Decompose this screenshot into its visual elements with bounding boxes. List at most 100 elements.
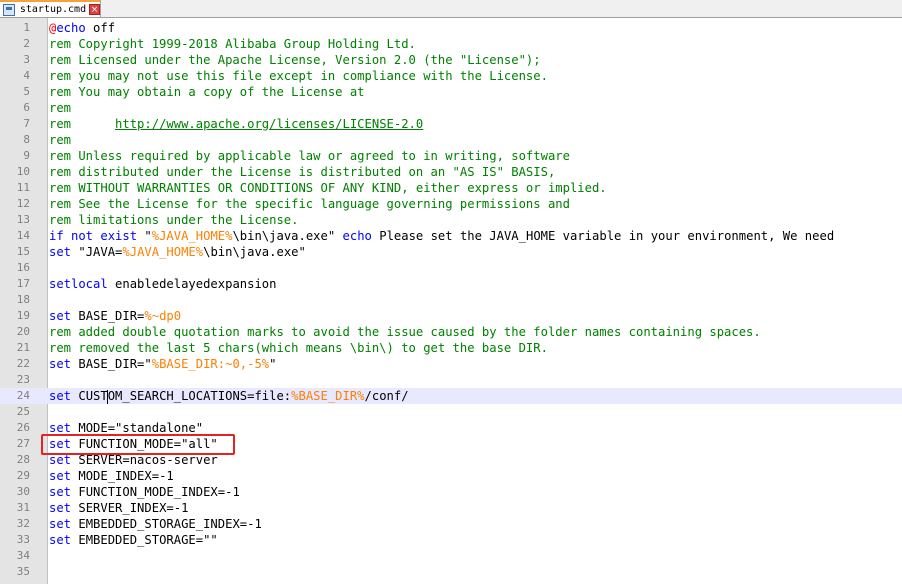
line-number: 19	[16, 309, 30, 322]
code-token: EMBEDDED_STORAGE=""	[71, 533, 218, 547]
code-line[interactable]: 19 set BASE_DIR=%~dp0	[0, 308, 902, 324]
code-text[interactable]: set EMBEDDED_STORAGE=""	[49, 532, 218, 548]
code-line[interactable]: 13 rem limitations under the License.	[0, 212, 902, 228]
code-token: %BASE_DIR%	[291, 389, 365, 403]
line-number: 35	[16, 565, 30, 578]
code-text[interactable]: set SERVER_INDEX=-1	[49, 500, 188, 516]
code-line[interactable]: 5 rem You may obtain a copy of the Licens…	[0, 84, 902, 100]
line-number: 26	[16, 421, 30, 434]
code-text[interactable]: set BASE_DIR="%BASE_DIR:~0,-5%"	[49, 356, 276, 372]
code-text[interactable]: rem Copyright 1999-2018 Alibaba Group Ho…	[49, 36, 416, 52]
code-line[interactable]: 17 setlocal enabledelayedexpansion	[0, 276, 902, 292]
code-line[interactable]: 11 rem WITHOUT WARRANTIES OR CONDITIONS O…	[0, 180, 902, 196]
code-text[interactable]: if not exist "%JAVA_HOME%\bin\java.exe" …	[49, 228, 834, 244]
code-line[interactable]: 10 rem distributed under the License is d…	[0, 164, 902, 180]
code-text[interactable]: rem You may obtain a copy of the License…	[49, 84, 365, 100]
code-token: BASE_DIR="	[71, 357, 152, 371]
line-number: 7	[23, 117, 30, 130]
code-lines[interactable]: 1 @echo off 2 rem Copyright 1999-2018 Aliba…	[0, 20, 902, 580]
line-number: 34	[16, 549, 30, 562]
line-number: 27	[16, 437, 30, 450]
code-token: rem distributed under the License is dis…	[49, 165, 556, 179]
code-line[interactable]: 18	[0, 292, 902, 308]
code-token: EMBEDDED_STORAGE_INDEX=-1	[71, 517, 262, 531]
code-token: rem	[49, 133, 72, 147]
code-token: \bin\java.exe"	[232, 229, 343, 243]
code-line[interactable]: 20 rem added double quotation marks to av…	[0, 324, 902, 340]
code-line[interactable]: 6 rem	[0, 100, 902, 116]
code-line[interactable]: 32 set EMBEDDED_STORAGE_INDEX=-1	[0, 516, 902, 532]
code-line[interactable]: 16	[0, 260, 902, 276]
code-line[interactable]: 24 set CUSTOM_SEARCH_LOCATIONS=file:%BASE…	[0, 388, 902, 404]
code-line[interactable]: 12 rem See the License for the specific l…	[0, 196, 902, 212]
code-text[interactable]: rem WITHOUT WARRANTIES OR CONDITIONS OF …	[49, 180, 607, 196]
line-number: 33	[16, 533, 30, 546]
code-line[interactable]: 8 rem	[0, 132, 902, 148]
code-token: set	[49, 485, 72, 499]
code-text[interactable]: rem you may not use this file except in …	[49, 68, 548, 84]
code-line[interactable]: 35	[0, 564, 902, 580]
code-token: rem limitations under the License.	[49, 213, 299, 227]
code-line[interactable]: 9 rem Unless required by applicable law o…	[0, 148, 902, 164]
code-token: enabledelayedexpansion	[107, 277, 277, 291]
code-line[interactable]: 1 @echo off	[0, 20, 902, 36]
tab-startup-cmd[interactable]: startup.cmd ×	[0, 0, 101, 17]
line-number: 2	[23, 37, 30, 50]
code-line[interactable]: 33 set EMBEDDED_STORAGE=""	[0, 532, 902, 548]
code-text[interactable]: setlocal enabledelayedexpansion	[49, 276, 276, 292]
code-token: set	[49, 389, 72, 403]
code-text[interactable]: set MODE_INDEX=-1	[49, 468, 174, 484]
code-text[interactable]: @echo off	[49, 20, 115, 36]
code-line[interactable]: 29 set MODE_INDEX=-1	[0, 468, 902, 484]
code-line[interactable]: 23	[0, 372, 902, 388]
code-line[interactable]: 25	[0, 404, 902, 420]
code-line[interactable]: 4 rem you may not use this file except in…	[0, 68, 902, 84]
code-line[interactable]: 30 set FUNCTION_MODE_INDEX=-1	[0, 484, 902, 500]
code-token: if not exist	[49, 229, 138, 243]
code-text[interactable]: rem Licensed under the Apache License, V…	[49, 52, 541, 68]
code-text[interactable]: rem	[49, 100, 71, 116]
close-icon[interactable]: ×	[89, 4, 100, 15]
code-token: SERVER_INDEX=-1	[71, 501, 189, 515]
editor[interactable]: 1 @echo off 2 rem Copyright 1999-2018 Aliba…	[0, 18, 902, 584]
code-text[interactable]: rem removed the last 5 chars(which means…	[49, 340, 548, 356]
code-line[interactable]: 3 rem Licensed under the Apache License, …	[0, 52, 902, 68]
line-number: 4	[23, 69, 30, 82]
code-token: rem removed the last 5 chars(which means…	[49, 341, 548, 355]
code-token: %~dp0	[144, 309, 182, 323]
code-token: "JAVA=	[71, 245, 123, 259]
line-number: 6	[23, 101, 30, 114]
code-line[interactable]: 22 set BASE_DIR="%BASE_DIR:~0,-5%"	[0, 356, 902, 372]
line-number: 28	[16, 453, 30, 466]
code-line[interactable]: 7 rem http://www.apache.org/licenses/LICE…	[0, 116, 902, 132]
code-text[interactable]: set BASE_DIR=%~dp0	[49, 308, 181, 324]
code-token: set	[49, 453, 72, 467]
code-line[interactable]: 34	[0, 548, 902, 564]
code-line[interactable]: 15 set "JAVA=%JAVA_HOME%\bin\java.exe"	[0, 244, 902, 260]
code-text[interactable]: rem http://www.apache.org/licenses/LICEN…	[49, 116, 423, 132]
code-token: set	[49, 309, 72, 323]
code-token: rem	[49, 117, 116, 131]
line-number: 15	[16, 245, 30, 258]
code-text[interactable]: set FUNCTION_MODE_INDEX=-1	[49, 484, 240, 500]
code-line[interactable]: 14 if not exist "%JAVA_HOME%\bin\java.exe…	[0, 228, 902, 244]
code-line[interactable]: 31 set SERVER_INDEX=-1	[0, 500, 902, 516]
code-text[interactable]: set CUSTOM_SEARCH_LOCATIONS=file:%BASE_D…	[49, 388, 409, 404]
license-link[interactable]: http://www.apache.org/licenses/LICENSE-2…	[115, 117, 423, 131]
code-token: "	[269, 357, 277, 371]
code-text[interactable]: set "JAVA=%JAVA_HOME%\bin\java.exe"	[49, 244, 306, 260]
code-line[interactable]: 2 rem Copyright 1999-2018 Alibaba Group H…	[0, 36, 902, 52]
tab-bar: startup.cmd ×	[0, 0, 902, 18]
code-text[interactable]: rem Unless required by applicable law or…	[49, 148, 570, 164]
code-text[interactable]: set EMBEDDED_STORAGE_INDEX=-1	[49, 516, 262, 532]
code-text[interactable]: rem See the License for the specific lan…	[49, 196, 570, 212]
code-text[interactable]: rem	[49, 132, 71, 148]
code-text[interactable]: rem limitations under the License.	[49, 212, 298, 228]
code-line[interactable]: 21 rem removed the last 5 chars(which mea…	[0, 340, 902, 356]
code-text[interactable]: rem distributed under the License is dis…	[49, 164, 555, 180]
code-token: rem added double quotation marks to avoi…	[49, 325, 761, 339]
code-text[interactable]: rem added double quotation marks to avoi…	[49, 324, 761, 340]
highlight-box	[41, 434, 235, 455]
line-number: 16	[16, 261, 30, 274]
code-token: set	[49, 245, 72, 259]
